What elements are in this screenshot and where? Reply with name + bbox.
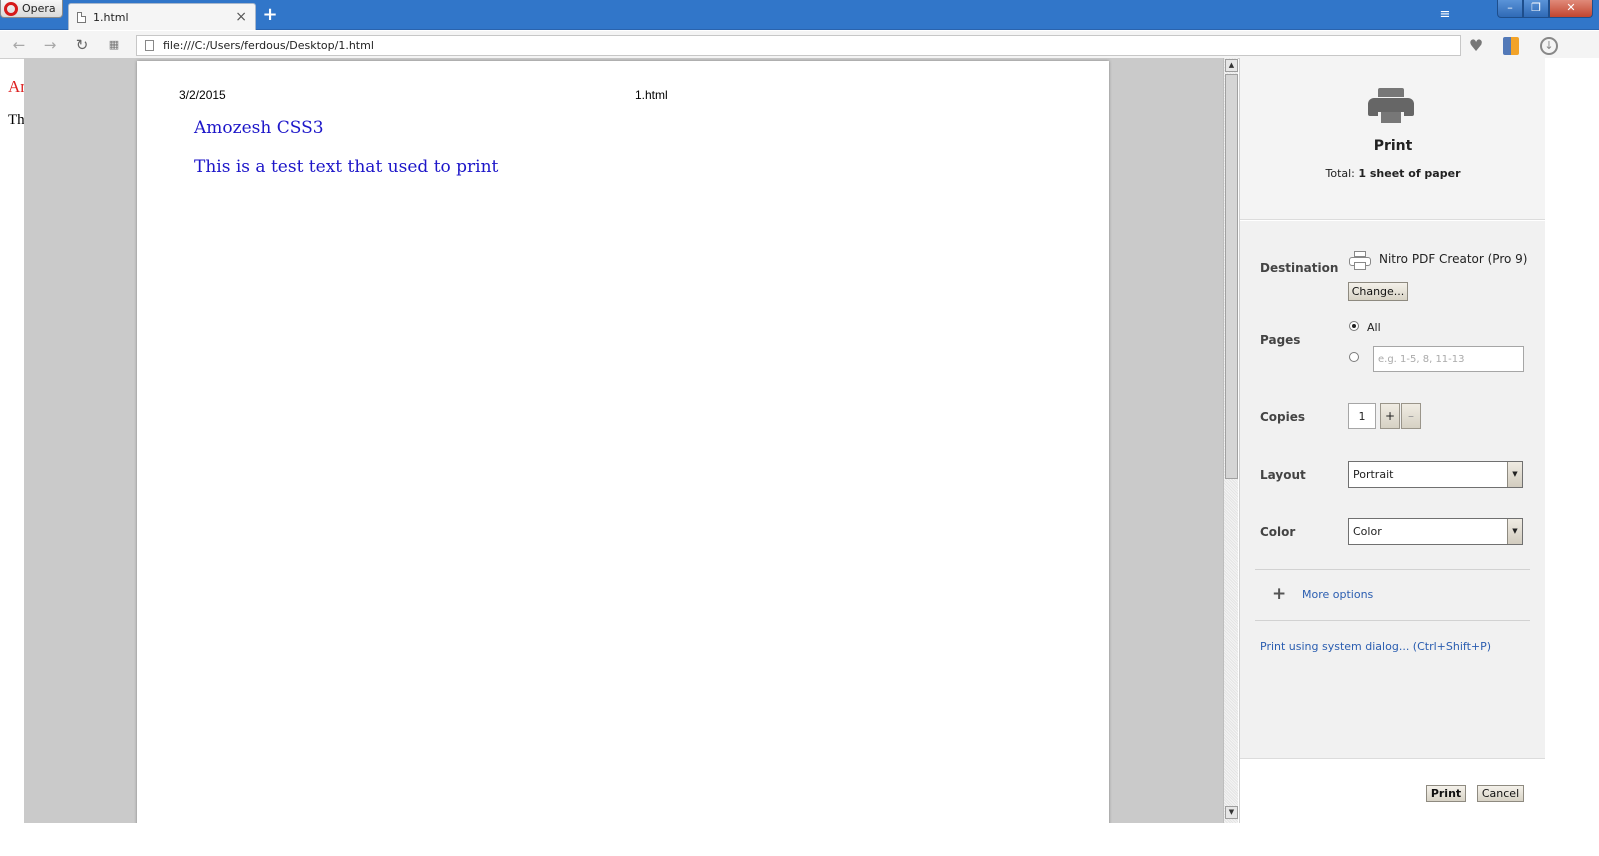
- print-settings-panel: Print Total: 1 sheet of paper Destinatio…: [1239, 58, 1546, 823]
- grid-icon: ▦: [108, 38, 120, 51]
- pages-all-label: All: [1367, 321, 1381, 334]
- window-bottom-strip: [24, 823, 1545, 856]
- color-select[interactable]: Color ▼: [1348, 518, 1523, 545]
- background-text: Th: [8, 112, 24, 128]
- preview-body-text: This is a test text that used to print: [194, 157, 499, 177]
- print-title: Print: [1373, 138, 1413, 154]
- tab-1-html[interactable]: 1.html ×: [68, 3, 256, 30]
- system-dialog-link[interactable]: Print using system dialog... (Ctrl+Shift…: [1260, 640, 1491, 653]
- scroll-up-arrow-icon[interactable]: ▲: [1225, 59, 1238, 72]
- pages-label: Pages: [1260, 333, 1301, 347]
- forward-button[interactable]: →: [41, 36, 59, 54]
- tab-menu-icon[interactable]: ≡: [1436, 7, 1454, 23]
- printer-icon: [1349, 251, 1371, 271]
- copies-decrement-button[interactable]: –: [1401, 403, 1421, 429]
- print-settings-body: Destination Nitro PDF Creator (Pro 9) Ch…: [1240, 221, 1546, 758]
- change-destination-button[interactable]: Change...: [1348, 282, 1408, 301]
- more-options-link[interactable]: More options: [1302, 588, 1373, 601]
- heart-icon[interactable]: ♥: [1466, 37, 1486, 55]
- window-right-edge: [1545, 58, 1599, 856]
- print-panel-footer: Print Cancel: [1240, 758, 1546, 823]
- plus-icon[interactable]: +: [1272, 586, 1286, 603]
- opera-menu-label: Opera: [22, 2, 56, 15]
- color-label: Color: [1260, 525, 1296, 539]
- reload-button[interactable]: ↻: [73, 36, 91, 54]
- tab-title: 1.html: [93, 10, 129, 24]
- page-header-date: 3/2/2015: [179, 88, 226, 102]
- print-panel-header: Print Total: 1 sheet of paper: [1240, 58, 1546, 220]
- close-tab-icon[interactable]: ×: [235, 10, 247, 24]
- page-icon: [145, 40, 154, 51]
- address-bar[interactable]: file:///C:/Users/ferdous/Desktop/1.html: [136, 35, 1461, 56]
- cancel-button[interactable]: Cancel: [1477, 785, 1524, 802]
- opera-menu-button[interactable]: Opera: [0, 0, 63, 18]
- destination-label: Destination: [1260, 261, 1339, 275]
- total-label: Total:: [1325, 167, 1355, 180]
- arrow-right-icon: →: [43, 36, 57, 54]
- window-controls: – ❐ ✕: [1497, 0, 1593, 18]
- total-value: 1 sheet of paper: [1358, 167, 1461, 180]
- chevron-down-icon[interactable]: ▼: [1507, 462, 1522, 487]
- copies-label: Copies: [1260, 410, 1306, 424]
- download-icon[interactable]: ↓: [1540, 37, 1558, 55]
- layout-select[interactable]: Portrait ▼: [1348, 461, 1523, 488]
- destination-printer-name: Nitro PDF Creator (Pro 9): [1379, 252, 1528, 266]
- minimize-button[interactable]: –: [1497, 0, 1523, 18]
- background-webpage: An Th: [0, 60, 24, 856]
- copies-increment-button[interactable]: +: [1380, 403, 1400, 429]
- book-icon[interactable]: [1503, 37, 1519, 55]
- reload-icon: ↻: [75, 36, 89, 54]
- preview-scrollbar[interactable]: ▲ ▼: [1223, 58, 1238, 823]
- navigation-bar: ← → ↻ ▦ file:///C:/Users/ferdous/Desktop…: [0, 31, 1599, 59]
- arrow-left-icon: ←: [12, 36, 26, 54]
- divider: [1255, 569, 1530, 570]
- background-heading: An: [8, 77, 24, 96]
- layout-label: Layout: [1260, 468, 1306, 482]
- color-value: Color: [1353, 525, 1382, 538]
- copies-input[interactable]: 1: [1348, 403, 1376, 429]
- preview-heading: Amozesh CSS3: [194, 118, 324, 138]
- url-text: file:///C:/Users/ferdous/Desktop/1.html: [163, 39, 374, 52]
- restore-button[interactable]: ❐: [1523, 0, 1549, 18]
- title-bar: Opera 1.html × + ≡ – ❐ ✕: [0, 0, 1599, 30]
- close-window-button[interactable]: ✕: [1549, 0, 1593, 18]
- pages-range-radio[interactable]: [1349, 352, 1359, 362]
- scroll-down-arrow-icon[interactable]: ▼: [1225, 806, 1238, 819]
- print-button[interactable]: Print: [1426, 785, 1466, 802]
- divider: [1255, 620, 1530, 621]
- print-preview-area: 3/2/2015 1.html Amozesh CSS3 This is a t…: [24, 58, 1223, 823]
- preview-page: 3/2/2015 1.html Amozesh CSS3 This is a t…: [137, 61, 1109, 823]
- new-tab-button[interactable]: +: [261, 6, 279, 24]
- opera-logo-icon: [4, 1, 18, 16]
- layout-value: Portrait: [1353, 468, 1394, 481]
- back-button[interactable]: ←: [10, 36, 28, 54]
- speed-dial-button[interactable]: ▦: [105, 36, 123, 54]
- page-header-title: 1.html: [635, 88, 668, 102]
- pages-all-radio[interactable]: [1349, 321, 1359, 331]
- pages-range-input[interactable]: e.g. 1-5, 8, 11-13: [1373, 346, 1524, 372]
- page-icon: [77, 11, 86, 23]
- total-sheets: Total: 1 sheet of paper: [1240, 167, 1546, 180]
- chevron-down-icon[interactable]: ▼: [1507, 519, 1522, 544]
- scroll-thumb[interactable]: [1225, 74, 1238, 479]
- printer-icon: [1368, 88, 1414, 128]
